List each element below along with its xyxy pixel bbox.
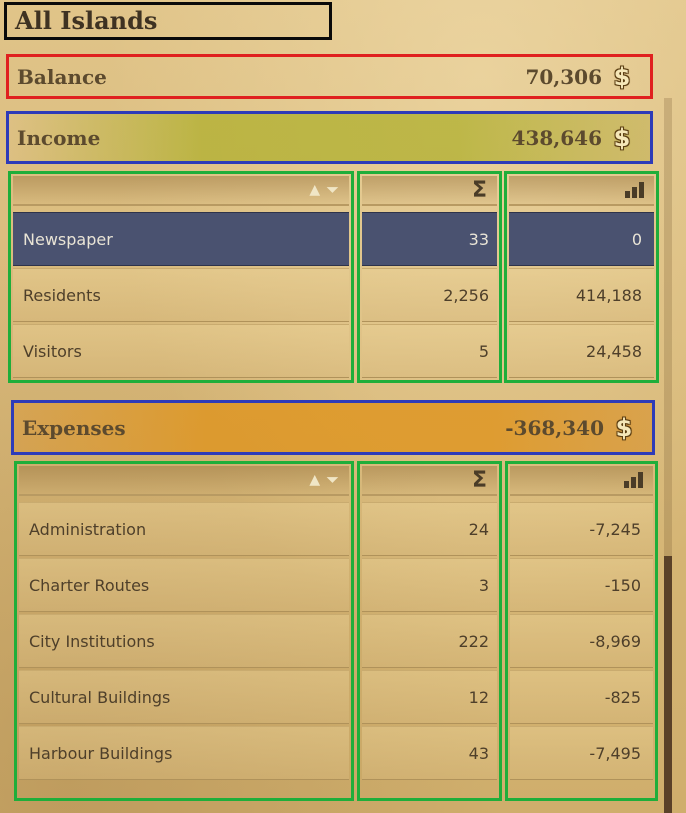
- expenses-bar[interactable]: Expenses -368,340 $: [11, 400, 655, 455]
- expenses-row-charter-routes[interactable]: Charter Routes: [19, 558, 349, 612]
- scrollbar-thumb[interactable]: [664, 556, 672, 813]
- expenses-row-harbour-buildings[interactable]: Harbour Buildings: [19, 726, 349, 780]
- expenses-count-city-institutions: 222: [362, 614, 497, 668]
- expenses-amount-header[interactable]: [510, 466, 653, 496]
- balance-amount: 70,306 $: [525, 62, 632, 91]
- row-name: Residents: [23, 285, 101, 305]
- balance-label: Balance: [17, 64, 107, 89]
- expenses-amount-column: -7,245 -150 -8,969 -825 -7,495: [505, 461, 658, 801]
- expenses-label: Expenses: [22, 415, 126, 440]
- expenses-amount-charter-routes: -150: [510, 558, 653, 612]
- coin-icon: $: [613, 123, 631, 152]
- sum-icon: Σ: [471, 177, 487, 203]
- expenses-count-column: Σ 24 3 222 12 43: [357, 461, 502, 801]
- row-name: Newspaper: [23, 229, 113, 249]
- sum-icon: Σ: [471, 467, 487, 493]
- income-count-header[interactable]: Σ: [362, 176, 497, 206]
- expenses-row-administration[interactable]: Administration: [19, 502, 349, 556]
- row-name: City Institutions: [29, 631, 155, 651]
- income-amount-visitors: 24,458: [509, 324, 654, 378]
- expenses-count-cultural-buildings: 12: [362, 670, 497, 724]
- filter-icon[interactable]: ⏷: [326, 180, 339, 200]
- row-name: Administration: [29, 519, 147, 539]
- bar-chart-icon: [625, 182, 644, 198]
- income-amount-residents: 414,188: [509, 268, 654, 322]
- coin-icon: $: [613, 62, 631, 91]
- sort-up-icon[interactable]: ▲: [309, 182, 320, 198]
- row-name: Cultural Buildings: [29, 687, 171, 707]
- income-row-newspaper[interactable]: Newspaper: [13, 212, 349, 266]
- expenses-name-column: ▲ ⏷ Administration Charter Routes City I…: [14, 461, 354, 801]
- income-amount-header[interactable]: [509, 176, 654, 206]
- income-value: 438,646: [511, 125, 602, 150]
- expenses-amount-harbour-buildings: -7,495: [510, 726, 653, 780]
- bar-chart-icon: [624, 472, 643, 488]
- income-name-header: ▲ ⏷: [13, 176, 349, 206]
- income-count-column: Σ 33 2,256 5: [357, 171, 502, 383]
- income-row-visitors[interactable]: Visitors: [13, 324, 349, 378]
- expenses-row-cultural-buildings[interactable]: Cultural Buildings: [19, 670, 349, 724]
- income-bar[interactable]: Income 438,646 $: [6, 111, 653, 164]
- expenses-amount-city-institutions: -8,969: [510, 614, 653, 668]
- row-name: Charter Routes: [29, 575, 150, 595]
- expenses-value: -368,340: [505, 415, 604, 440]
- coin-icon: $: [615, 413, 633, 442]
- expenses-count-header[interactable]: Σ: [362, 466, 497, 496]
- balance-bar: Balance 70,306 $: [6, 54, 653, 99]
- expenses-amount-administration: -7,245: [510, 502, 653, 556]
- expenses-count-administration: 24: [362, 502, 497, 556]
- income-row-residents[interactable]: Residents: [13, 268, 349, 322]
- income-count-visitors: 5: [362, 324, 497, 378]
- expenses-row-city-institutions[interactable]: City Institutions: [19, 614, 349, 668]
- row-name: Visitors: [23, 341, 82, 361]
- income-count-residents: 2,256: [362, 268, 497, 322]
- income-label: Income: [17, 125, 101, 150]
- expenses-count-charter-routes: 3: [362, 558, 497, 612]
- income-amount-newspaper: 0: [509, 212, 654, 266]
- income-amount-column: 0 414,188 24,458: [504, 171, 659, 383]
- expenses-amount-cultural-buildings: -825: [510, 670, 653, 724]
- balance-value: 70,306: [525, 64, 602, 89]
- income-amount: 438,646 $: [511, 123, 632, 152]
- expenses-count-harbour-buildings: 43: [362, 726, 497, 780]
- row-name: Harbour Buildings: [29, 743, 173, 763]
- expenses-amount: -368,340 $: [505, 413, 634, 442]
- income-name-column: ▲ ⏷ Newspaper Residents Visitors: [8, 171, 354, 383]
- page-title: All Islands: [4, 2, 332, 40]
- expenses-name-header: ▲ ⏷: [19, 466, 349, 496]
- filter-icon[interactable]: ⏷: [326, 470, 339, 490]
- sort-up-icon[interactable]: ▲: [309, 472, 320, 488]
- income-count-newspaper: 33: [362, 212, 497, 266]
